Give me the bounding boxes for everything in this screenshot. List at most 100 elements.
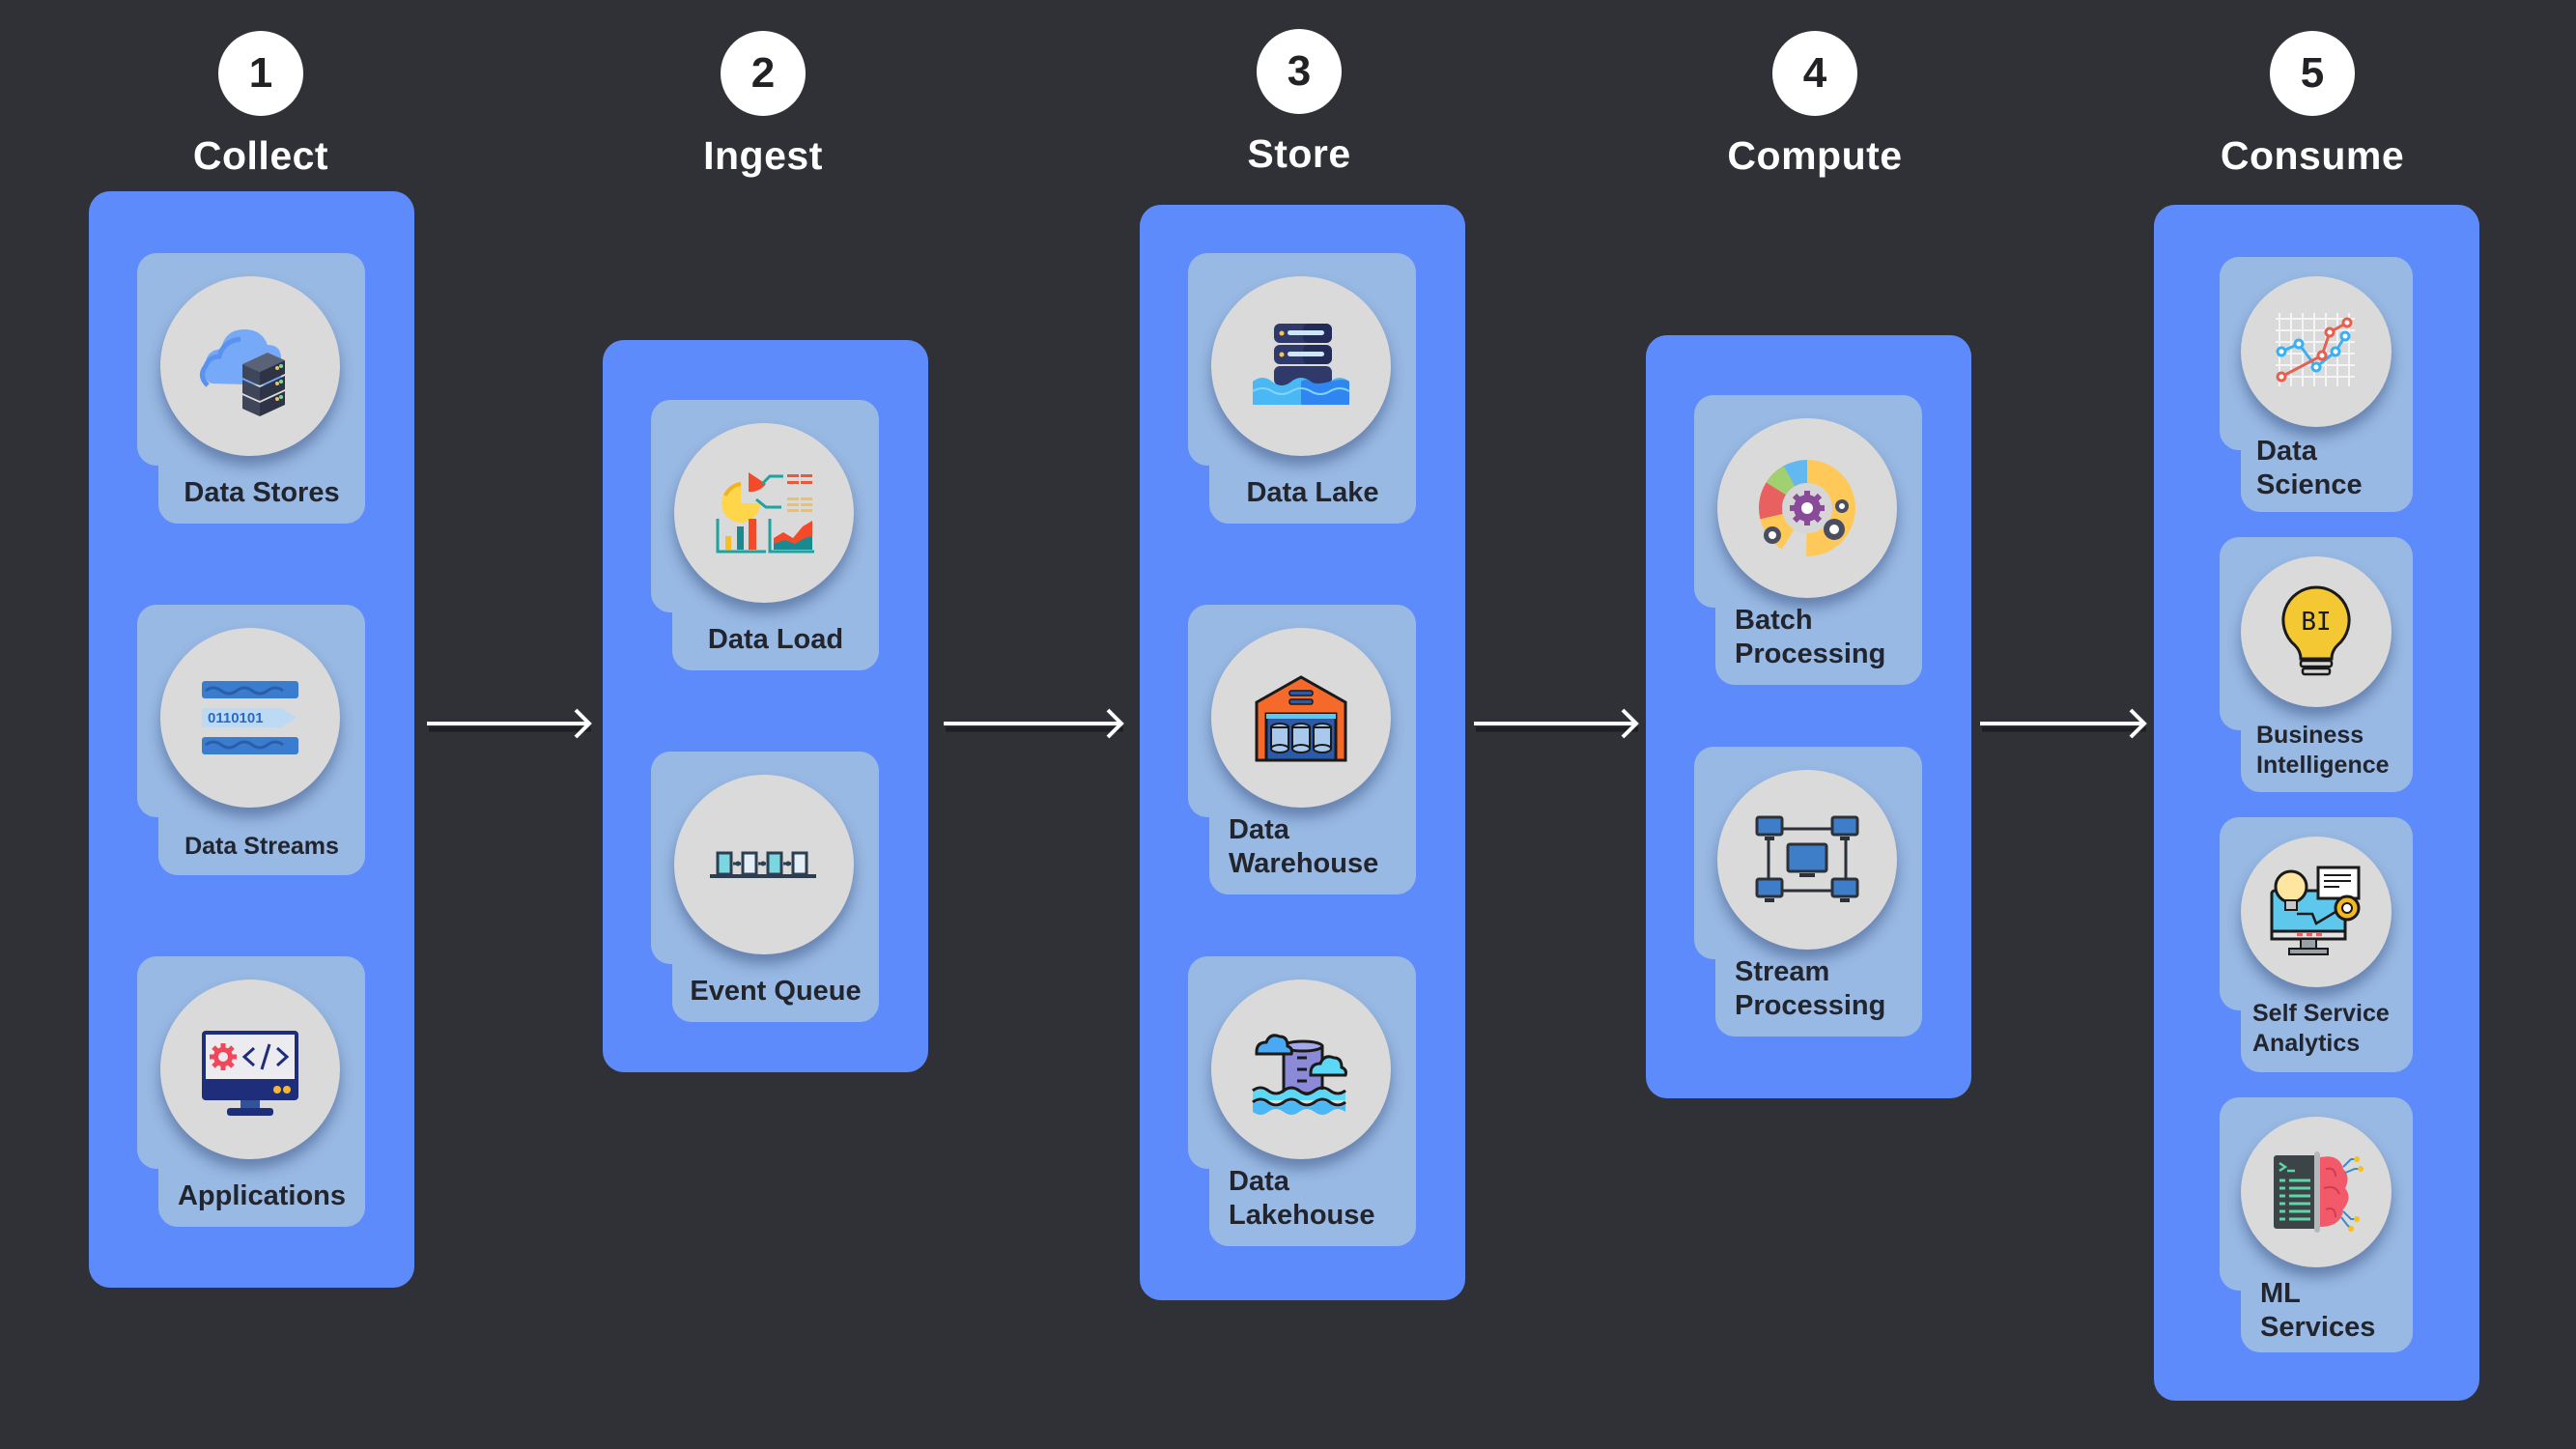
item-card-business-intelligence[interactable]: BI Business Intelligence: [2220, 537, 2413, 792]
item-label-line: Batch: [1735, 605, 1813, 636]
item-card-self-service-analytics[interactable]: Self Service Analytics: [2220, 817, 2413, 1072]
stage-title: Compute: [1727, 133, 1903, 178]
stage-header-compute: 4 Compute: [1670, 31, 1960, 179]
bi-text: BI: [2301, 608, 2331, 637]
item-label-line: Analytics: [2252, 1030, 2361, 1057]
item-label: Business Intelligence: [2256, 721, 2403, 781]
charts-dashboard-icon: [716, 472, 814, 554]
arrow-ingest-to-store: [944, 704, 1125, 743]
icon-circle: [1717, 418, 1897, 598]
item-label: Data Load: [707, 624, 844, 655]
stage-panel-collect: Data Stores 0110101 Data Streams Applica…: [89, 191, 414, 1288]
stage-number-badge: 4: [1772, 31, 1857, 116]
item-card-event-queue[interactable]: Event Queue: [651, 752, 879, 1022]
stage-number-badge: 1: [218, 31, 303, 116]
item-label: Data Streams: [184, 833, 339, 860]
arrow-right-icon: [944, 708, 1124, 739]
item-label-line: Warehouse: [1229, 848, 1379, 879]
item-label: ML Services: [2260, 1277, 2403, 1345]
item-card-stream-processing[interactable]: Stream Processing: [1694, 747, 1922, 1037]
item-label: Data Science: [2256, 435, 2403, 502]
item-label-line: Processing: [1735, 639, 1886, 669]
item-label: Stream Processing: [1735, 955, 1912, 1023]
item-label: Data Warehouse: [1229, 813, 1406, 881]
stage-panel-store: Data Lake Data Warehouse Data Lakehouse: [1140, 205, 1465, 1300]
item-label-line: Processing: [1735, 990, 1886, 1021]
ml-brain-icon: [2274, 1151, 2364, 1233]
item-label-line: Lakehouse: [1229, 1200, 1375, 1231]
stage-panel-compute: Batch Processing Stream Processing: [1646, 335, 1971, 1098]
stage-title: Ingest: [703, 133, 823, 178]
icon-circle: [2241, 837, 2392, 987]
item-label: Batch Processing: [1735, 604, 1912, 671]
item-label-line: Stream: [1735, 956, 1830, 987]
item-card-data-warehouse[interactable]: Data Warehouse: [1188, 605, 1416, 895]
icon-circle: [1211, 276, 1391, 456]
item-label: Data Stores: [184, 477, 340, 508]
item-label-line: Services: [2260, 1312, 2376, 1343]
database-cloud-water-icon: [1252, 1034, 1347, 1115]
arrow-right-icon: [1980, 708, 2147, 739]
item-label: Event Queue: [690, 976, 862, 1007]
item-label-line: Science: [2256, 469, 2363, 500]
stage-header-ingest: 2 Ingest: [618, 31, 908, 179]
stage-panel-consume: Data Science BI Business Intelligence Se…: [2154, 205, 2479, 1401]
item-label: Applications: [177, 1180, 346, 1211]
icon-circle: [160, 276, 340, 456]
stage-number-badge: 2: [721, 31, 806, 116]
arrow-compute-to-consume: [1980, 704, 2148, 743]
code-monitor-icon: [202, 1031, 298, 1116]
item-card-batch-processing[interactable]: Batch Processing: [1694, 395, 1922, 685]
line-chart-icon: [2276, 313, 2355, 386]
server-water-icon: [1252, 324, 1350, 405]
warehouse-icon: [1255, 675, 1347, 762]
item-label: Self Service Analytics: [2252, 999, 2403, 1059]
icon-circle: [1717, 770, 1897, 950]
item-card-data-lakehouse[interactable]: Data Lakehouse: [1188, 956, 1416, 1246]
icon-circle: [1211, 980, 1391, 1159]
binary-text: 0110101: [208, 710, 264, 726]
stage-header-consume: 5 Consume: [2167, 31, 2457, 179]
stage-title: Consume: [2220, 133, 2405, 178]
item-label-line: Business: [2256, 722, 2364, 749]
bi-lightbulb-icon: BI: [2281, 585, 2351, 676]
icon-circle: [1211, 628, 1391, 808]
item-label: Data Lakehouse: [1229, 1165, 1406, 1233]
icon-circle: [160, 980, 340, 1159]
stage-number-badge: 3: [1257, 29, 1342, 114]
item-card-data-load[interactable]: Data Load: [651, 400, 879, 670]
icon-circle: [674, 423, 854, 603]
stage-number-badge: 5: [2270, 31, 2355, 116]
arrow-right-icon: [1474, 708, 1639, 739]
stage-header-collect: 1 Collect: [116, 31, 406, 179]
arrow-collect-to-ingest: [427, 704, 593, 743]
item-card-data-streams[interactable]: 0110101 Data Streams: [137, 605, 365, 875]
item-card-ml-services[interactable]: ML Services: [2220, 1097, 2413, 1352]
analytics-monitor-icon: [2270, 866, 2361, 955]
arrow-store-to-compute: [1474, 704, 1640, 743]
icon-circle: [2241, 276, 2392, 427]
icon-circle: 0110101: [160, 628, 340, 808]
icon-circle: [2241, 1117, 2392, 1267]
item-label-line: Intelligence: [2256, 752, 2390, 779]
network-computers-icon: [1755, 815, 1859, 902]
icon-circle: [674, 775, 854, 954]
item-label-line: Data: [1229, 814, 1289, 845]
binary-stream-icon: 0110101: [202, 681, 298, 754]
item-label: Data Lake: [1246, 477, 1379, 508]
item-card-data-lake[interactable]: Data Lake: [1188, 253, 1416, 524]
cloud-server-icon: [200, 329, 285, 416]
item-card-data-stores[interactable]: Data Stores: [137, 253, 365, 524]
stage-panel-ingest: Data Load Event Queue: [603, 340, 928, 1072]
arrow-right-icon: [427, 708, 592, 739]
queue-icon: [710, 851, 816, 878]
item-card-applications[interactable]: Applications: [137, 956, 365, 1227]
item-label-line: Self Service: [2252, 1000, 2390, 1027]
item-label-line: Data: [2256, 436, 2317, 467]
stage-header-store: 3 Store: [1154, 29, 1444, 177]
item-card-data-science[interactable]: Data Science: [2220, 257, 2413, 512]
stage-title: Collect: [192, 133, 329, 178]
icon-circle: BI: [2241, 556, 2392, 707]
gears-donut-icon: [1759, 460, 1855, 556]
stage-title: Store: [1247, 131, 1351, 176]
